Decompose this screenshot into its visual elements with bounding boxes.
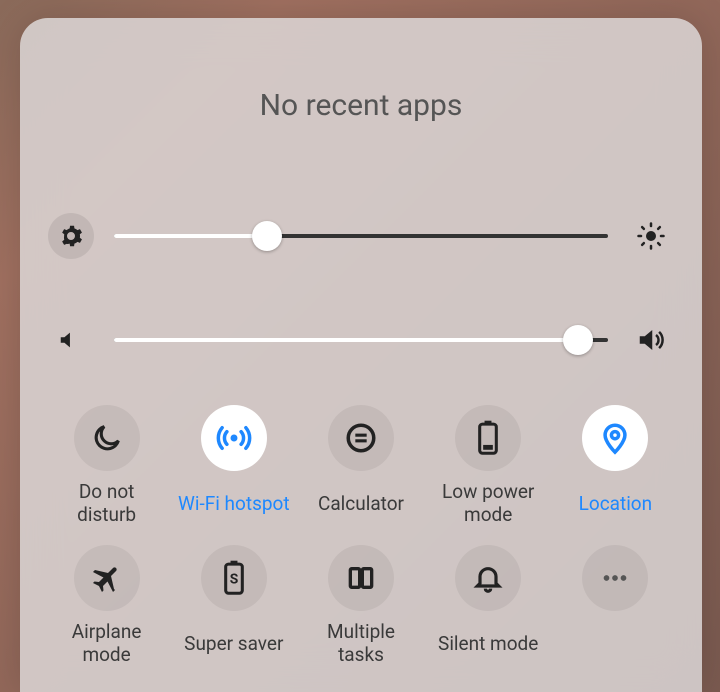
bell-icon: [455, 545, 521, 611]
toggle-label: Silent mode: [438, 621, 538, 667]
volume-low-icon: [48, 329, 94, 351]
toggle-hotspot[interactable]: Wi-Fi hotspot: [175, 405, 292, 527]
brightness-icon: [628, 221, 674, 251]
toggle-multitask[interactable]: Multiple tasks: [302, 545, 419, 667]
location-icon: [582, 405, 648, 471]
toggle-lowpower[interactable]: Low power mode: [430, 405, 547, 527]
moon-icon: [74, 405, 140, 471]
toggle-calculator[interactable]: Calculator: [302, 405, 419, 527]
brightness-slider-row: [48, 213, 674, 259]
toggle-label: Airplane mode: [48, 621, 165, 667]
battery-saver-icon: S: [201, 545, 267, 611]
toggle-label: Multiple tasks: [302, 621, 419, 667]
toggle-label: Super saver: [184, 621, 283, 667]
toggle-supersaver[interactable]: S Super saver: [175, 545, 292, 667]
gear-icon[interactable]: [48, 213, 94, 259]
toggles-grid: Do not disturb Wi-Fi hotspot Calculator …: [48, 405, 674, 667]
toggle-silent[interactable]: Silent mode: [430, 545, 547, 667]
hotspot-icon: [201, 405, 267, 471]
volume-slider-row: [48, 325, 674, 355]
calculator-icon: [328, 405, 394, 471]
toggle-label: Do not disturb: [48, 481, 165, 527]
toggle-more[interactable]: [557, 545, 674, 667]
recent-apps-title: No recent apps: [48, 88, 674, 123]
toggle-label: Location: [579, 481, 653, 527]
toggle-label: Wi-Fi hotspot: [178, 481, 290, 527]
airplane-icon: [74, 545, 140, 611]
toggle-dnd[interactable]: Do not disturb: [48, 405, 165, 527]
brightness-slider[interactable]: [114, 234, 608, 238]
toggle-label: Low power mode: [430, 481, 547, 527]
volume-high-icon: [628, 325, 674, 355]
svg-text:S: S: [230, 572, 239, 588]
toggle-airplane[interactable]: Airplane mode: [48, 545, 165, 667]
multitask-icon: [328, 545, 394, 611]
toggle-label: Calculator: [318, 481, 404, 527]
more-icon: [582, 545, 648, 611]
battery-low-icon: [455, 405, 521, 471]
volume-slider[interactable]: [114, 338, 608, 342]
toggle-location[interactable]: Location: [557, 405, 674, 527]
quick-settings-panel: No recent apps Do not: [20, 18, 702, 692]
